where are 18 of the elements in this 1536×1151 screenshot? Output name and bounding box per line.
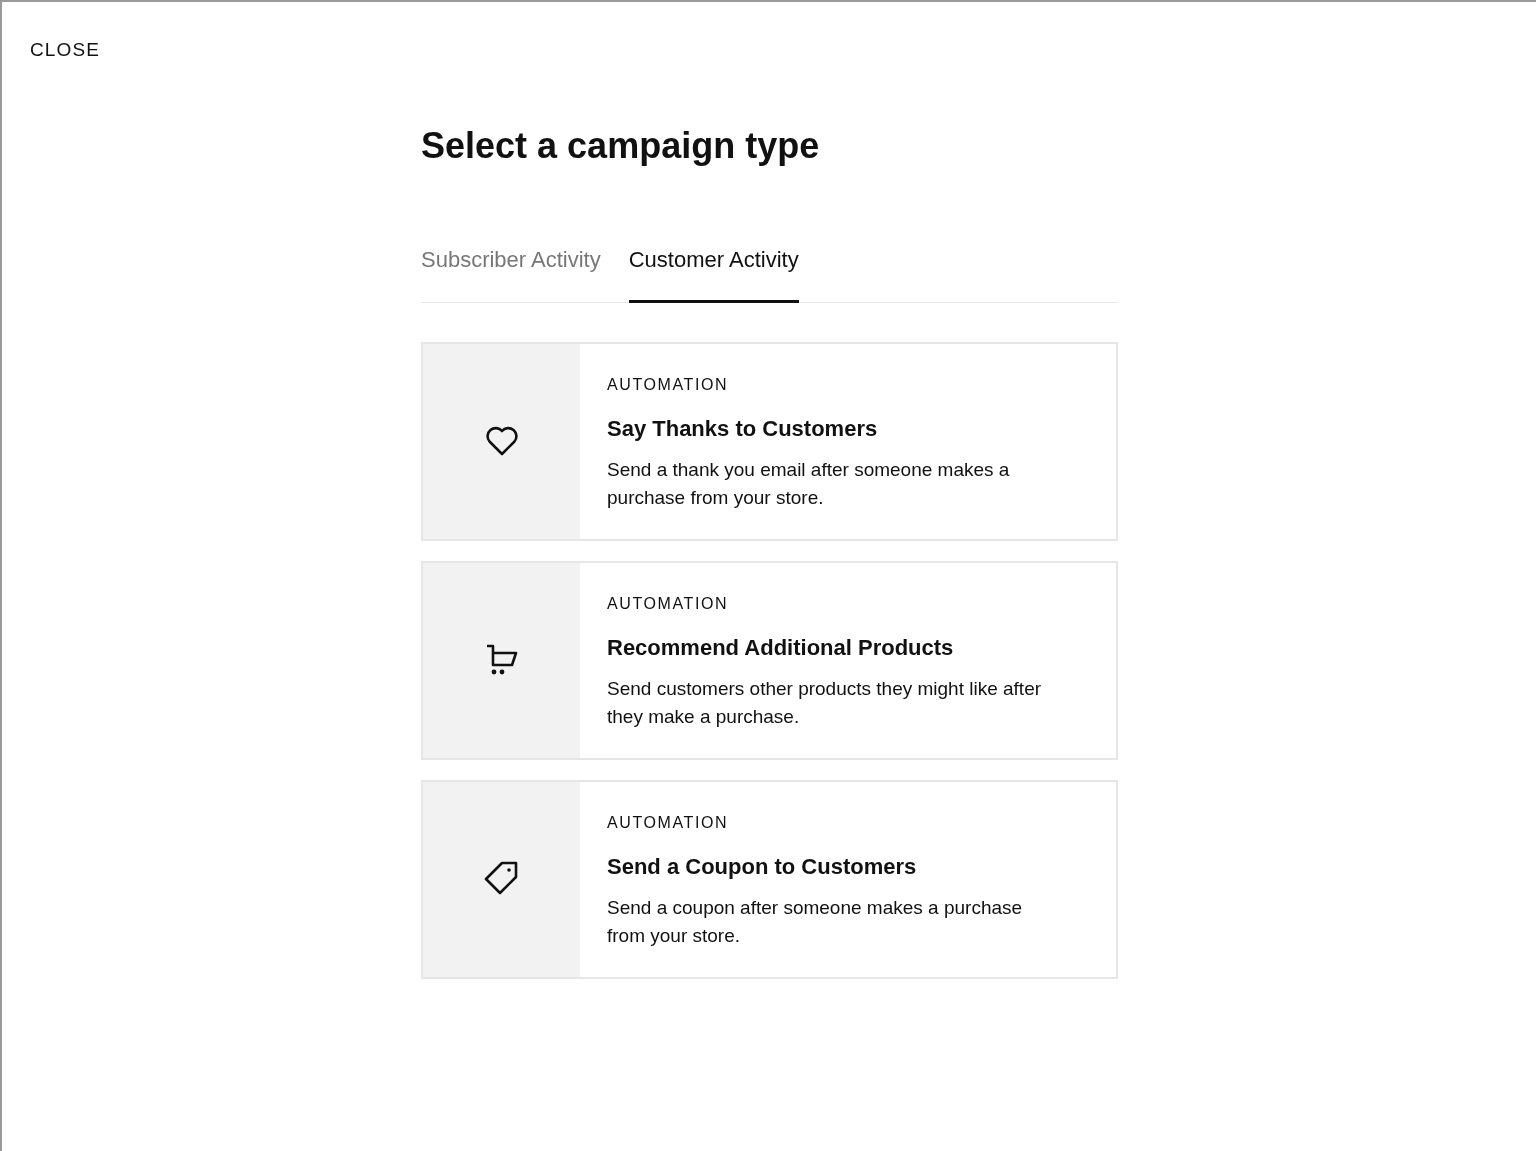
card-title: Recommend Additional Products [607,633,955,662]
card-title: Say Thanks to Customers [607,414,879,443]
card-label: AUTOMATION [607,812,730,833]
page-title: Select a campaign type [421,123,821,168]
campaign-card[interactable]: AUTOMATION Say Thanks to Customers Send a thank you email after someone makes a purchase from your store. [421,341,1118,541]
campaign-card[interactable]: AUTOMATION Recommend Additional Products Send customers other products they might like after they make a purchase. [421,560,1118,760]
card-label: AUTOMATION [607,593,730,614]
cart-icon [484,643,519,677]
card-title: Send a Coupon to Customers [607,852,918,881]
card-label: AUTOMATION [607,374,730,395]
card-description: Send a thank you email after someone makes a purchase from your store. [607,457,1011,510]
tab[interactable]: Customer Activity [628,242,799,303]
card-description: Send a coupon after someone makes a purchase from your store. [607,895,1024,948]
card-description: Send customers other products they might like after they make a purchase. [607,676,1043,729]
close-button[interactable]: CLOSE [30,36,101,65]
campaign-card[interactable]: AUTOMATION Send a Coupon to Customers Send a coupon after someone makes a purchase from your store. [421,779,1118,979]
heart-icon [484,425,519,457]
tab[interactable]: Subscriber Activity [421,242,601,303]
